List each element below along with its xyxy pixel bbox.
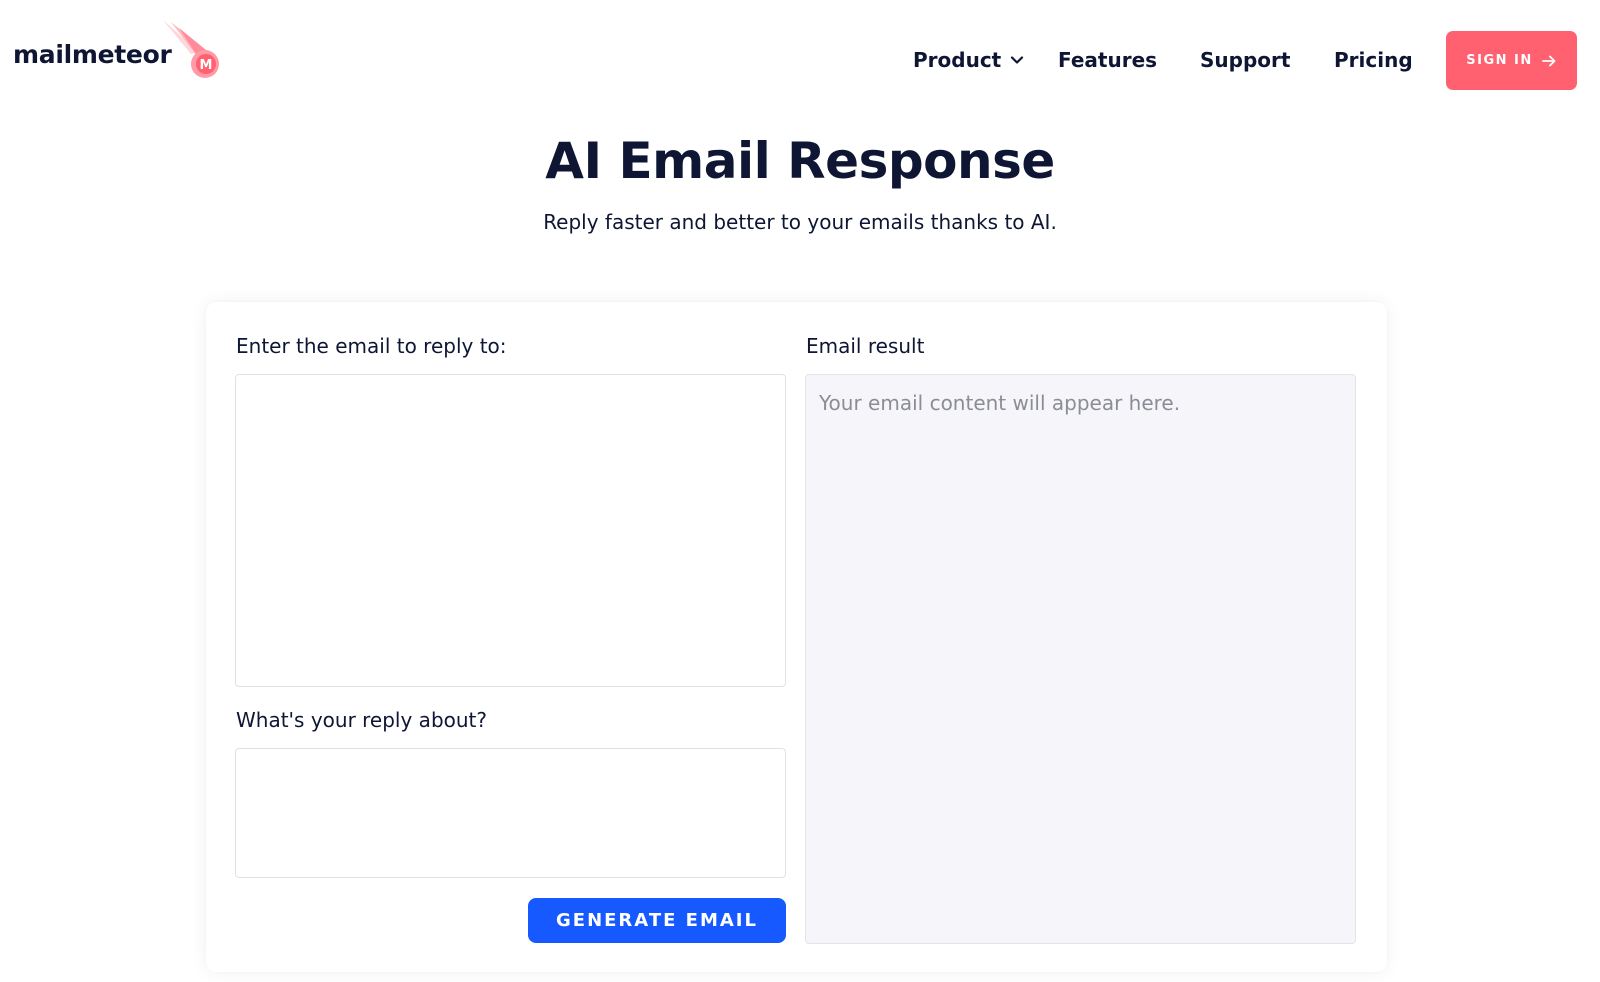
logo[interactable]: mailmeteor M: [13, 18, 219, 84]
sign-in-button[interactable]: SIGN IN: [1446, 31, 1577, 90]
meteor-logo-icon: M: [163, 20, 219, 78]
email-result-placeholder: Your email content will appear here.: [819, 391, 1181, 415]
page-subtitle: Reply faster and better to your emails t…: [543, 210, 1057, 234]
email-to-reply-input[interactable]: [235, 374, 786, 687]
logo-text: mailmeteor: [13, 39, 172, 69]
nav-support[interactable]: Support: [1200, 40, 1290, 80]
arrow-right-icon: [1541, 55, 1556, 66]
email-result-output[interactable]: Your email content will appear here.: [805, 374, 1356, 944]
nav-product-label: Product: [913, 48, 1002, 72]
page: mailmeteor M Product Features Support Pr…: [0, 0, 1600, 982]
reply-about-label: What's your reply about?: [236, 708, 488, 732]
nav-features[interactable]: Features: [1058, 40, 1157, 80]
reply-about-input[interactable]: [235, 748, 786, 878]
generate-email-button[interactable]: GENERATE EMAIL: [528, 898, 786, 943]
email-result-label: Email result: [806, 334, 925, 358]
chevron-down-icon: [1011, 56, 1024, 64]
nav-product[interactable]: Product: [913, 40, 1025, 80]
logo-letter: M: [200, 58, 213, 73]
page-title: AI Email Response: [545, 132, 1055, 190]
sign-in-label: SIGN IN: [1466, 53, 1533, 68]
nav-pricing[interactable]: Pricing: [1334, 40, 1413, 80]
email-to-reply-label: Enter the email to reply to:: [236, 334, 507, 358]
